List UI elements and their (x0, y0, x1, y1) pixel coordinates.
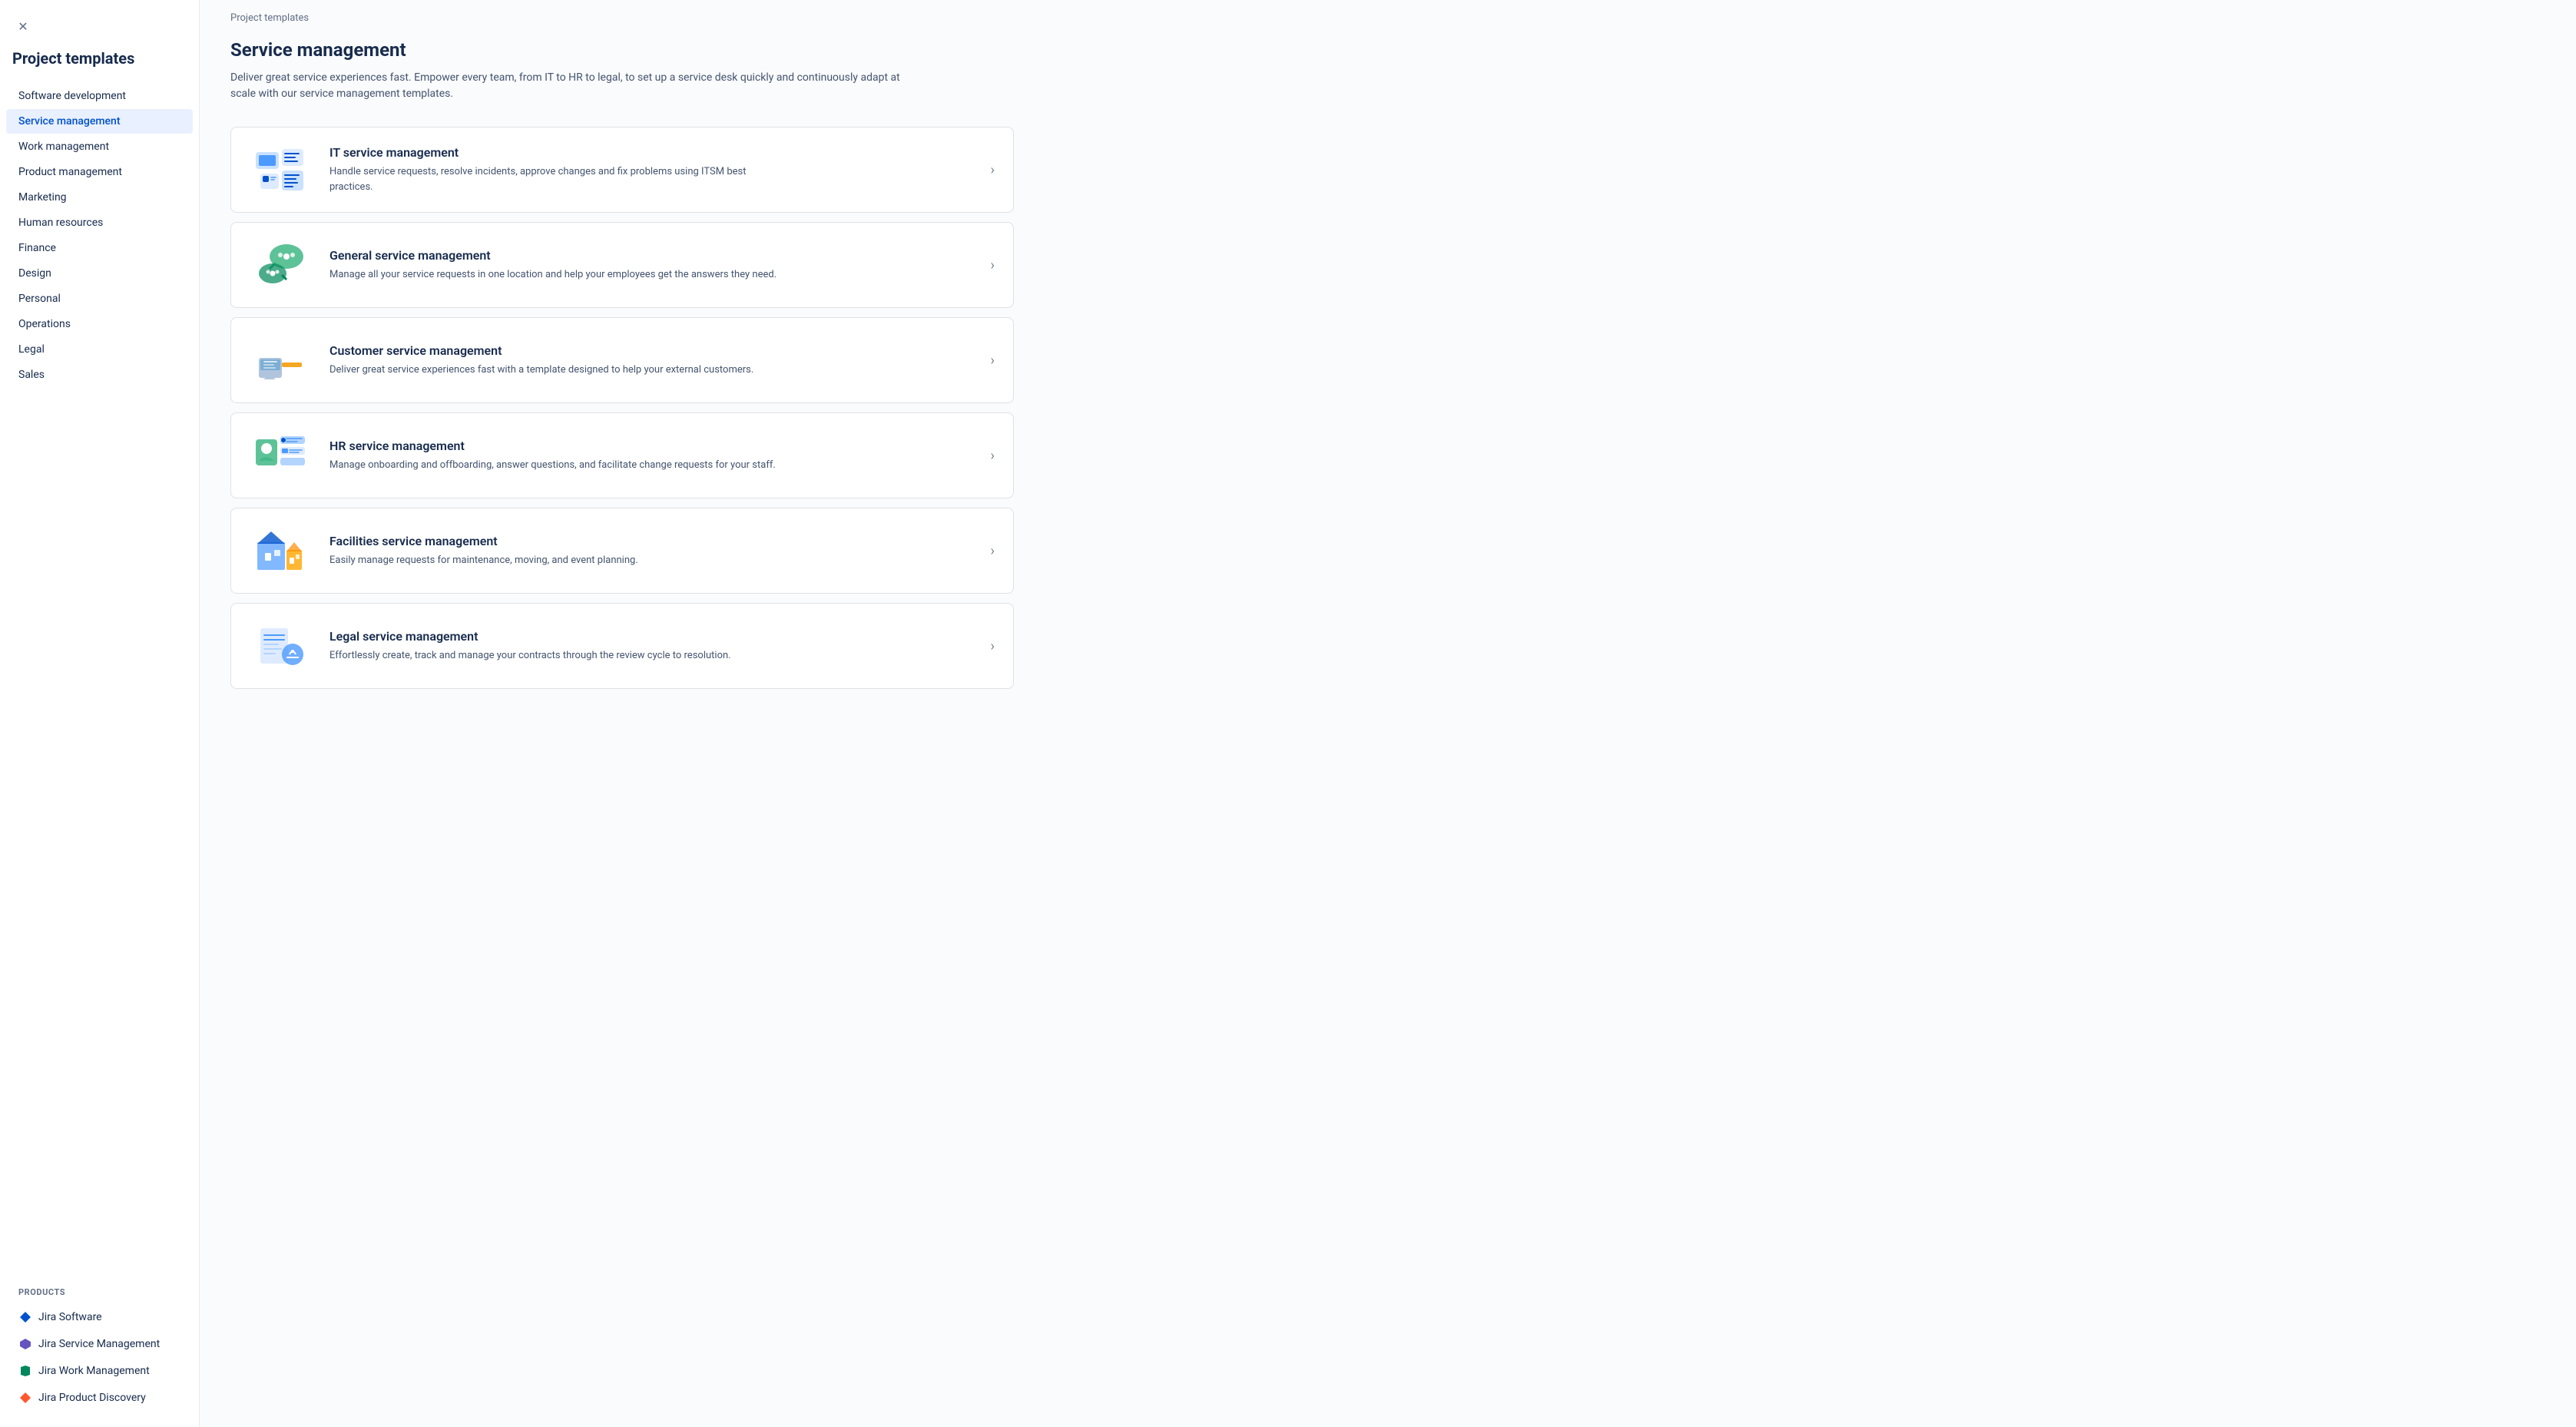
template-chevron-it-service-management: › (991, 162, 995, 178)
template-icon-general-service-management (250, 238, 311, 292)
template-chevron-customer-service-management: › (991, 353, 995, 369)
template-info-it-service-management: IT service management Handle service requ… (329, 145, 972, 194)
template-info-customer-service-management: Customer service management Deliver great… (329, 343, 972, 378)
template-chevron-legal-service-management: › (991, 638, 995, 654)
template-name-general-service-management: General service management (329, 248, 972, 263)
template-desc-facilities-service-management: Easily manage requests for maintenance, … (329, 553, 790, 568)
product-icon-jira-product-discovery (18, 1391, 32, 1405)
template-chevron-hr-service-management: › (991, 448, 995, 464)
product-item-jira-product-discovery[interactable]: Jira Product Discovery (6, 1385, 193, 1411)
template-desc-it-service-management: Handle service requests, resolve inciden… (329, 164, 790, 194)
template-name-facilities-service-management: Facilities service management (329, 534, 972, 548)
product-item-jira-software[interactable]: Jira Software (6, 1304, 193, 1330)
product-label-jira-service-management: Jira Service Management (38, 1338, 160, 1350)
sidebar-item-software-development[interactable]: Software development (0, 84, 199, 108)
sidebar-link-finance[interactable]: Finance (6, 236, 193, 260)
template-desc-hr-service-management: Manage onboarding and offboarding, answe… (329, 458, 790, 473)
product-icon-jira-software (18, 1310, 32, 1324)
template-info-general-service-management: General service management Manage all you… (329, 248, 972, 283)
sidebar-link-personal[interactable]: Personal (6, 286, 193, 311)
sidebar-item-sales[interactable]: Sales (0, 363, 199, 387)
sidebar-link-sales[interactable]: Sales (6, 363, 193, 387)
breadcrumb: Project templates (200, 0, 2576, 24)
template-card-it-service-management[interactable]: IT service management Handle service requ… (230, 127, 1014, 213)
sidebar-link-legal[interactable]: Legal (6, 337, 193, 362)
template-icon-customer-service-management (250, 333, 311, 387)
sidebar-item-personal[interactable]: Personal (0, 286, 199, 311)
template-info-hr-service-management: HR service management Manage onboarding a… (329, 439, 972, 473)
close-button[interactable]: ✕ (12, 15, 34, 37)
product-icon-jira-service-management (18, 1337, 32, 1351)
sidebar-link-work-management[interactable]: Work management (6, 134, 193, 159)
page-title: Service management (230, 39, 1014, 61)
template-icon-legal-service-management (250, 619, 311, 673)
sidebar-link-software-development[interactable]: Software development (6, 84, 193, 108)
products-section-label: PRODUCTS (0, 1275, 199, 1303)
product-label-jira-work-management: Jira Work Management (38, 1365, 150, 1377)
template-card-hr-service-management[interactable]: HR service management Manage onboarding a… (230, 412, 1014, 498)
template-card-customer-service-management[interactable]: Customer service management Deliver great… (230, 317, 1014, 403)
template-info-legal-service-management: Legal service management Effortlessly cre… (329, 629, 972, 664)
template-name-it-service-management: IT service management (329, 145, 972, 160)
template-name-hr-service-management: HR service management (329, 439, 972, 453)
template-card-legal-service-management[interactable]: Legal service management Effortlessly cre… (230, 603, 1014, 689)
product-label-jira-software: Jira Software (38, 1311, 102, 1323)
template-info-facilities-service-management: Facilities service management Easily mana… (329, 534, 972, 568)
sidebar-link-service-management[interactable]: Service management (6, 109, 193, 134)
template-chevron-facilities-service-management: › (991, 543, 995, 559)
product-item-jira-service-management[interactable]: Jira Service Management (6, 1331, 193, 1357)
sidebar-title: Project templates (0, 49, 199, 83)
sidebar-nav: Software developmentService managementWo… (0, 83, 199, 1275)
sidebar-link-operations[interactable]: Operations (6, 312, 193, 336)
main-content: Project templates Service management Del… (200, 0, 2576, 1427)
template-list: IT service management Handle service requ… (230, 127, 1014, 689)
product-item-jira-work-management[interactable]: Jira Work Management (6, 1358, 193, 1384)
sidebar-item-finance[interactable]: Finance (0, 236, 199, 260)
template-desc-general-service-management: Manage all your service requests in one … (329, 267, 790, 283)
template-icon-facilities-service-management (250, 524, 311, 578)
sidebar-link-design[interactable]: Design (6, 261, 193, 286)
sidebar-item-legal[interactable]: Legal (0, 337, 199, 362)
template-chevron-general-service-management: › (991, 257, 995, 273)
template-desc-customer-service-management: Deliver great service experiences fast w… (329, 363, 790, 378)
template-icon-it-service-management (250, 143, 311, 197)
sidebar-item-design[interactable]: Design (0, 261, 199, 286)
template-name-legal-service-management: Legal service management (329, 629, 972, 644)
sidebar-item-product-management[interactable]: Product management (0, 160, 199, 184)
sidebar-link-product-management[interactable]: Product management (6, 160, 193, 184)
sidebar-item-operations[interactable]: Operations (0, 312, 199, 336)
template-desc-legal-service-management: Effortlessly create, track and manage yo… (329, 648, 790, 664)
sidebar-item-service-management[interactable]: Service management (0, 109, 199, 134)
product-icon-jira-work-management (18, 1364, 32, 1378)
product-label-jira-product-discovery: Jira Product Discovery (38, 1392, 146, 1404)
sidebar-products: Jira Software Jira Service Management Jira… (0, 1303, 199, 1412)
template-name-customer-service-management: Customer service management (329, 343, 972, 358)
sidebar-item-human-resources[interactable]: Human resources (0, 210, 199, 235)
sidebar-link-human-resources[interactable]: Human resources (6, 210, 193, 235)
page-description: Deliver great service experiences fast. … (230, 70, 922, 102)
sidebar-item-marketing[interactable]: Marketing (0, 185, 199, 210)
sidebar: ✕ Project templates Software development… (0, 0, 200, 1427)
sidebar-link-marketing[interactable]: Marketing (6, 185, 193, 210)
sidebar-item-work-management[interactable]: Work management (0, 134, 199, 159)
template-card-facilities-service-management[interactable]: Facilities service management Easily mana… (230, 508, 1014, 594)
template-icon-hr-service-management (250, 429, 311, 482)
template-card-general-service-management[interactable]: General service management Manage all you… (230, 222, 1014, 308)
